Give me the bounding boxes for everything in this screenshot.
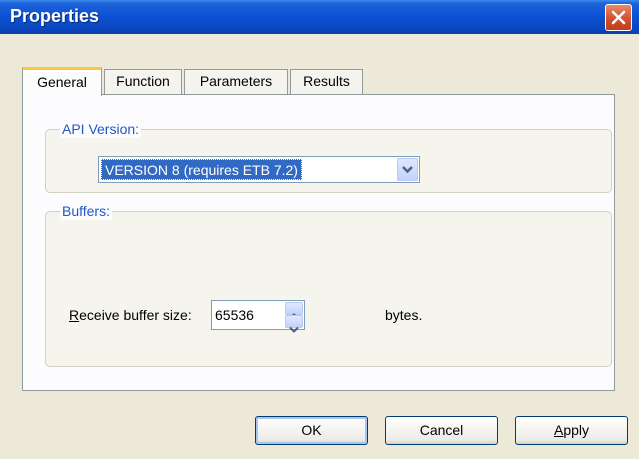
apply-button[interactable]: Apply: [515, 416, 628, 445]
title-bar[interactable]: Properties: [0, 0, 639, 34]
receive-buffer-size-value: 65536: [215, 307, 254, 323]
apply-button-label: pply: [563, 422, 590, 438]
spin-up-button[interactable]: [285, 302, 303, 320]
tab-function[interactable]: Function: [104, 69, 182, 94]
api-version-group: API Version: VERSION 8 (requires ETB 7.2…: [45, 120, 612, 193]
receive-buffer-size-input[interactable]: 65536: [211, 300, 305, 333]
ok-button-label: OK: [301, 422, 322, 438]
tab-label: General: [37, 74, 87, 90]
tab-label: Results: [303, 73, 350, 89]
receive-buffer-size-label: Receive buffer size:: [69, 306, 192, 324]
tab-results[interactable]: Results: [290, 69, 363, 94]
cancel-button-label: Cancel: [419, 422, 464, 438]
close-button[interactable]: [605, 4, 632, 31]
apply-mnemonic: A: [553, 422, 564, 438]
api-version-dropdown-button[interactable]: [397, 158, 418, 181]
general-tab-panel: API Version: VERSION 8 (requires ETB 7.2…: [22, 94, 615, 391]
spin-down-button[interactable]: [285, 315, 303, 333]
chevron-down-icon: [402, 166, 413, 174]
close-icon: [611, 10, 626, 25]
bytes-unit-label: bytes.: [385, 307, 423, 323]
receive-buffer-size-label-text: eceive buffer size:: [79, 307, 192, 323]
ok-button[interactable]: OK: [255, 416, 368, 445]
api-version-group-label: API Version:: [60, 120, 142, 138]
tab-label: Parameters: [199, 73, 273, 89]
cancel-button[interactable]: Cancel: [385, 416, 498, 445]
api-version-selected-value: VERSION 8 (requires ETB 7.2): [101, 159, 302, 180]
tab-parameters[interactable]: Parameters: [184, 69, 288, 94]
buffers-group-label: Buffers:: [60, 202, 112, 220]
tab-label: Function: [116, 73, 170, 89]
buffers-group: Buffers: Receive buffer size: 65536 byte…: [45, 202, 612, 367]
receive-buffer-size-mnemonic: R: [69, 307, 80, 323]
arrow-down-icon: [289, 326, 299, 333]
tab-general[interactable]: General: [22, 67, 102, 96]
api-version-select[interactable]: VERSION 8 (requires ETB 7.2): [98, 156, 420, 183]
window-title: Properties: [10, 6, 100, 26]
properties-dialog: Properties General Function Parameters R…: [0, 0, 639, 459]
